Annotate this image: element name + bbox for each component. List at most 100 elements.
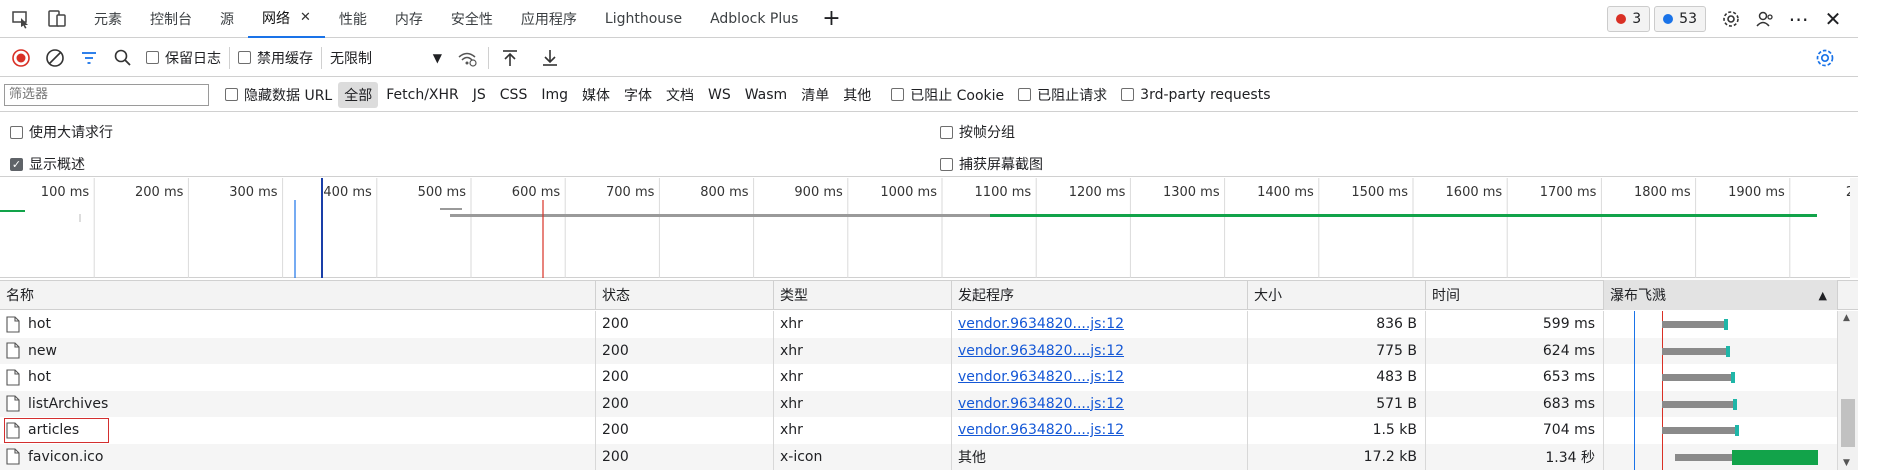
table-row[interactable]: favicon.ico 200 x-icon 其他 17.2 kB 1.34 秒 bbox=[0, 443, 1858, 470]
table-row[interactable]: new 200 xhr vendor.9634820....js:12 775 B 624… bbox=[0, 337, 1858, 364]
show-overview-checkbox[interactable]: ✓ 显示概述 bbox=[10, 154, 85, 174]
disable-cache-box[interactable] bbox=[238, 51, 251, 64]
tab-6[interactable]: 安全性 bbox=[437, 0, 507, 38]
close-devtools-icon[interactable]: ✕ bbox=[1820, 6, 1846, 32]
group-by-frame-checkbox[interactable]: 按帧分组 bbox=[940, 122, 1015, 142]
message-count-badge[interactable]: 53 bbox=[1654, 5, 1706, 32]
filter-type-1[interactable]: Fetch/XHR bbox=[380, 84, 465, 106]
big-request-rows-checkbox[interactable]: 使用大请求行 bbox=[10, 122, 113, 142]
filter-type-10[interactable]: 清单 bbox=[795, 82, 835, 108]
throttling-select[interactable]: 无限制 ▼ bbox=[330, 48, 442, 68]
request-name[interactable]: hot bbox=[28, 369, 51, 385]
request-initiator[interactable]: vendor.9634820....js:12 bbox=[958, 396, 1124, 412]
big-request-rows-box[interactable] bbox=[10, 125, 23, 139]
more-tabs-plus-icon[interactable]: + bbox=[818, 6, 844, 32]
blocked-requests-box[interactable] bbox=[1018, 88, 1032, 101]
preserve-log-checkbox[interactable]: 保留日志 bbox=[146, 48, 221, 68]
close-tab-icon[interactable]: ✕ bbox=[300, 10, 311, 25]
blocked-cookie-checkbox[interactable]: 已阻止 Cookie bbox=[891, 85, 1004, 105]
error-count-badge[interactable]: 3 bbox=[1607, 5, 1651, 32]
request-name[interactable]: new bbox=[28, 343, 57, 359]
third-party-box[interactable] bbox=[1121, 88, 1135, 101]
inspect-element-icon[interactable] bbox=[8, 6, 34, 32]
waterfall-download-bar[interactable] bbox=[1724, 319, 1729, 330]
filter-type-7[interactable]: 文档 bbox=[660, 82, 700, 108]
filter-type-8[interactable]: WS bbox=[702, 84, 737, 106]
column-header-4[interactable]: 大小 bbox=[1248, 280, 1426, 310]
settings-gear-icon[interactable] bbox=[1718, 6, 1744, 32]
column-header-5[interactable]: 时间 bbox=[1426, 280, 1604, 310]
scrollbar-thumb[interactable] bbox=[1841, 399, 1855, 447]
request-initiator[interactable]: vendor.9634820....js:12 bbox=[958, 369, 1124, 385]
blocked-cookie-box[interactable] bbox=[891, 88, 905, 101]
hide-data-url-box[interactable] bbox=[225, 88, 238, 101]
more-options-icon[interactable]: ⋯ bbox=[1786, 6, 1812, 32]
waterfall-waiting-bar[interactable] bbox=[1661, 321, 1725, 328]
scroll-down-arrow-icon[interactable]: ▼ bbox=[1843, 458, 1850, 468]
waterfall-waiting-bar[interactable] bbox=[1661, 400, 1733, 408]
request-name[interactable]: hot bbox=[28, 316, 51, 332]
filter-type-11[interactable]: 其他 bbox=[837, 82, 877, 108]
filter-type-9[interactable]: Wasm bbox=[739, 84, 793, 106]
feedback-icon[interactable] bbox=[1752, 6, 1778, 32]
waterfall-download-bar[interactable] bbox=[1734, 425, 1739, 436]
request-name[interactable]: favicon.ico bbox=[28, 449, 103, 465]
tab-8[interactable]: Lighthouse bbox=[591, 0, 696, 38]
timeline-overview[interactable]: 100 ms 200 ms 300 ms 400 ms 500 ms 600 ms 700 … bbox=[0, 178, 1885, 278]
network-conditions-icon[interactable] bbox=[454, 45, 480, 71]
table-row[interactable]: hot 200 xhr vendor.9634820....js:12 483 B 653… bbox=[0, 364, 1858, 391]
table-row[interactable]: listArchives 200 xhr vendor.9634820....js:1… bbox=[0, 390, 1858, 417]
filter-type-3[interactable]: CSS bbox=[494, 84, 534, 106]
scroll-up-arrow-icon[interactable]: ▲ bbox=[1843, 313, 1850, 323]
filter-type-0[interactable]: 全部 bbox=[338, 81, 379, 108]
network-settings-gear-icon[interactable] bbox=[1812, 45, 1838, 71]
table-row[interactable]: articles 200 xhr vendor.9634820....js:12 1.5… bbox=[0, 417, 1858, 444]
blocked-requests-checkbox[interactable]: 已阻止请求 bbox=[1018, 85, 1107, 105]
group-by-frame-box[interactable] bbox=[940, 125, 953, 139]
request-initiator[interactable]: vendor.9634820....js:12 bbox=[958, 316, 1124, 332]
waterfall-waiting-bar[interactable] bbox=[1661, 347, 1727, 355]
filter-type-6[interactable]: 字体 bbox=[618, 82, 658, 108]
hide-data-url-checkbox[interactable]: 隐藏数据 URL bbox=[225, 85, 332, 105]
capture-screenshots-checkbox[interactable]: 捕获屏幕截图 bbox=[940, 154, 1043, 174]
waterfall-download-bar[interactable] bbox=[1732, 398, 1737, 410]
tab-1[interactable]: 控制台 bbox=[136, 0, 206, 38]
tab-3[interactable]: 网络 ✕ bbox=[248, 0, 325, 38]
tab-5[interactable]: 内存 bbox=[381, 0, 437, 38]
column-header-6[interactable]: 瀑布飞溅 ▲ bbox=[1604, 280, 1838, 310]
column-header-2[interactable]: 类型 bbox=[774, 280, 952, 310]
waterfall-waiting-bar[interactable] bbox=[1661, 374, 1731, 381]
record-stop-icon[interactable] bbox=[8, 45, 34, 71]
column-header-0[interactable]: 名称 bbox=[0, 280, 596, 310]
waterfall-download-bar[interactable] bbox=[1726, 345, 1731, 357]
waterfall-waiting-bar[interactable] bbox=[1674, 453, 1732, 461]
disable-cache-checkbox[interactable]: 禁用缓存 bbox=[238, 48, 313, 68]
waterfall-download-bar[interactable] bbox=[1731, 449, 1818, 465]
tab-9[interactable]: Adblock Plus bbox=[696, 0, 812, 38]
vertical-scrollbar[interactable]: ▲ ▼ bbox=[1838, 311, 1858, 470]
tab-0[interactable]: 元素 bbox=[80, 0, 136, 38]
table-row[interactable]: hot 200 xhr vendor.9634820....js:12 836 B 599… bbox=[0, 311, 1858, 338]
filter-input[interactable] bbox=[4, 83, 209, 106]
capture-screenshots-box[interactable] bbox=[940, 157, 953, 171]
request-initiator[interactable]: vendor.9634820....js:12 bbox=[958, 343, 1124, 359]
show-overview-box[interactable]: ✓ bbox=[10, 157, 23, 171]
filter-type-2[interactable]: JS bbox=[467, 84, 492, 106]
filter-type-5[interactable]: 媒体 bbox=[576, 82, 616, 108]
request-initiator[interactable]: vendor.9634820....js:12 bbox=[958, 422, 1124, 438]
tab-2[interactable]: 源 bbox=[206, 0, 248, 38]
device-emulation-icon[interactable] bbox=[44, 6, 70, 32]
clear-icon[interactable] bbox=[42, 45, 68, 71]
tab-4[interactable]: 性能 bbox=[325, 0, 381, 38]
search-icon[interactable] bbox=[110, 45, 136, 71]
tab-7[interactable]: 应用程序 bbox=[507, 0, 591, 38]
filter-icon[interactable] bbox=[76, 45, 102, 71]
request-name[interactable]: listArchives bbox=[28, 396, 108, 412]
import-har-icon[interactable] bbox=[497, 45, 523, 71]
column-header-1[interactable]: 状态 bbox=[596, 280, 774, 310]
waterfall-download-bar[interactable] bbox=[1730, 372, 1735, 383]
export-har-icon[interactable] bbox=[537, 45, 563, 71]
preserve-log-box[interactable] bbox=[146, 51, 159, 64]
filter-type-4[interactable]: Img bbox=[535, 84, 574, 106]
column-header-3[interactable]: 发起程序 bbox=[952, 280, 1248, 310]
